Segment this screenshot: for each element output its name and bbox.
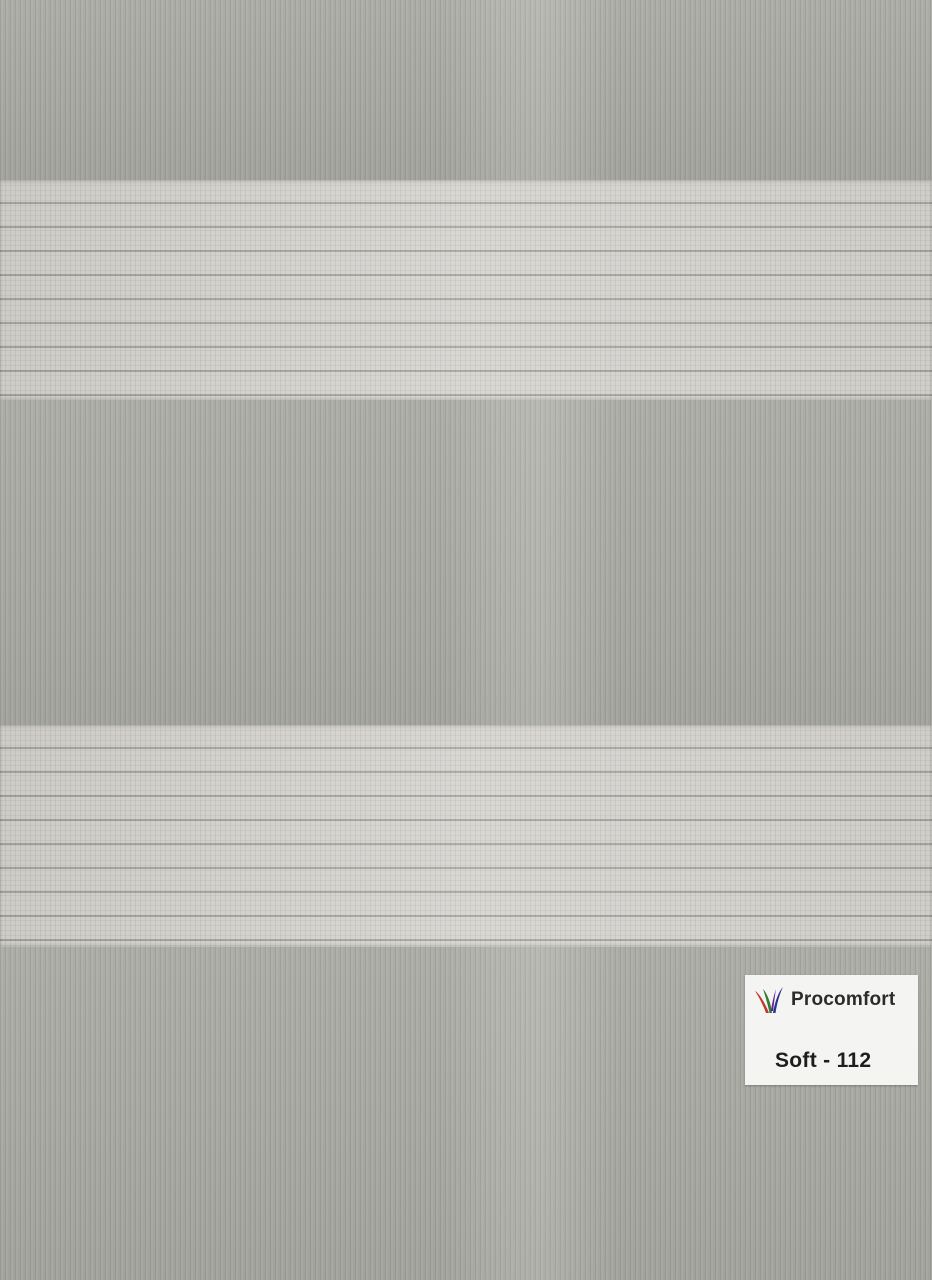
opaque-band (0, 0, 932, 180)
brand-row: Procomfort (753, 985, 895, 1015)
opaque-band (0, 400, 932, 725)
product-code: Soft - 112 (775, 1049, 872, 1072)
sheer-band (0, 725, 932, 947)
brand-name: Procomfort (791, 989, 896, 1010)
fabric-swatch: Procomfort Soft - 112 (0, 0, 932, 1280)
product-label-card: Procomfort Soft - 112 (745, 975, 918, 1085)
sheer-band (0, 180, 932, 400)
leaf-stripes-logo-icon (755, 987, 783, 1013)
